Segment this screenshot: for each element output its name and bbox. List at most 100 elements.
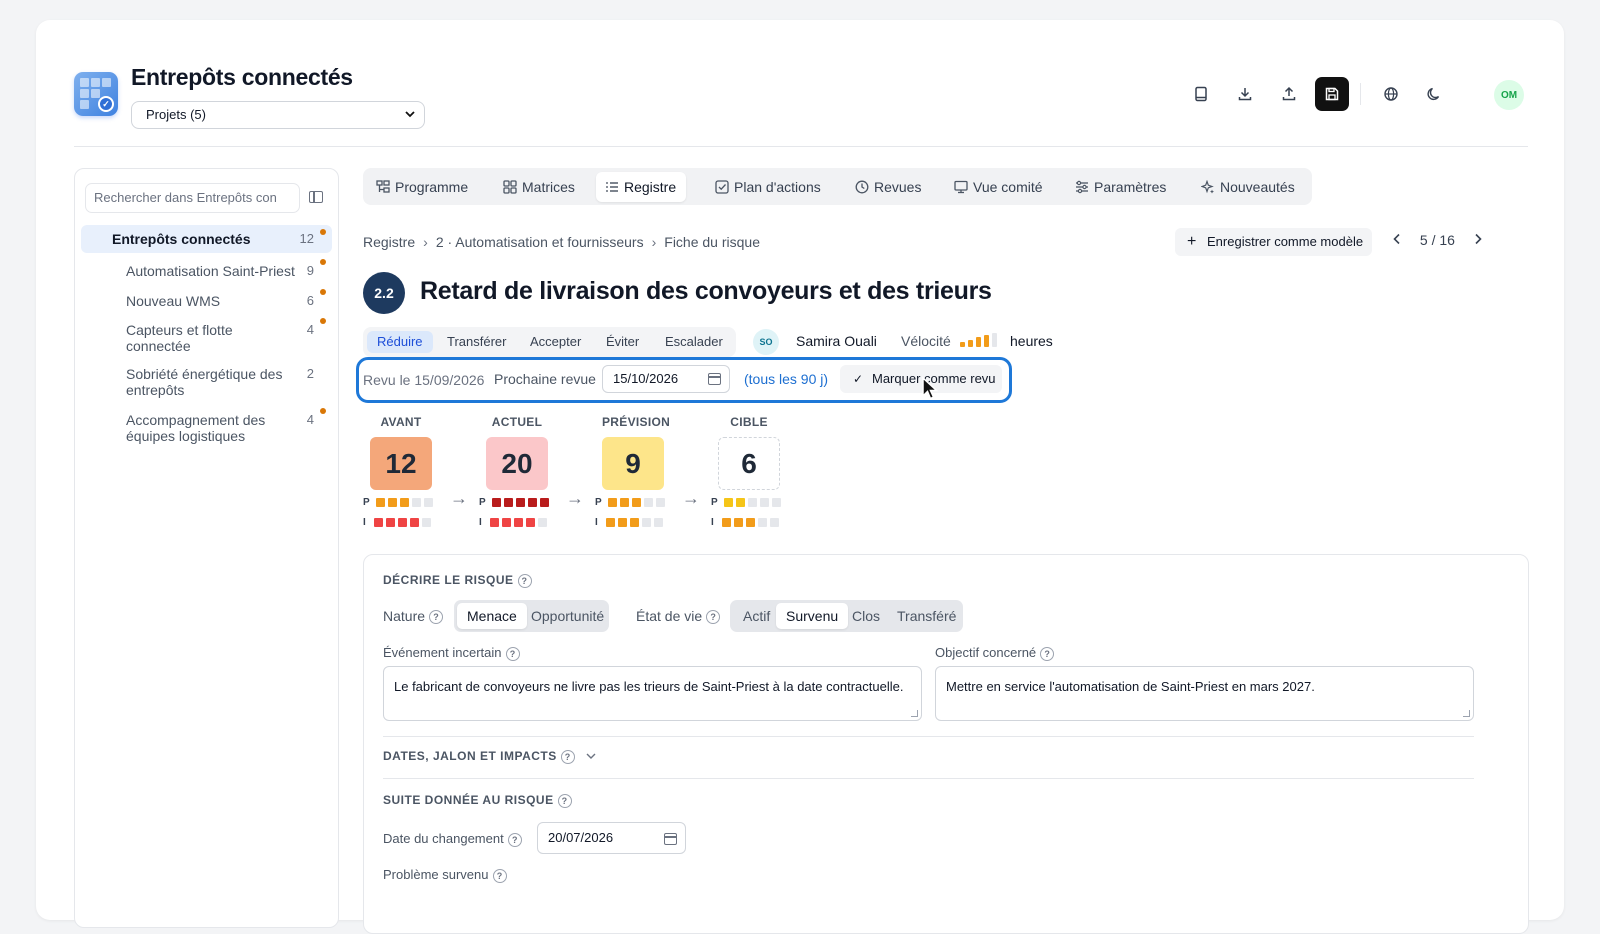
help-icon[interactable]: ? (429, 610, 444, 625)
help-icon[interactable]: ? (507, 832, 522, 847)
tab-registre[interactable]: Registre (596, 172, 687, 202)
score-header: AVANT (380, 415, 422, 429)
tab-revues[interactable]: Revues (846, 172, 931, 202)
check-icon: ✓ (98, 96, 114, 112)
probability-row: P (595, 497, 668, 508)
tree-item-label: Capteurs et flotte connectée (126, 322, 233, 354)
velocity-bar (968, 340, 973, 347)
score-avant: AVANT 12 P I (363, 415, 438, 528)
help-icon[interactable]: ? (492, 868, 507, 883)
upload-button[interactable] (1272, 77, 1306, 111)
impact-row: I (363, 517, 434, 528)
status-dot (320, 318, 326, 324)
level-square (399, 497, 409, 507)
nature-opportunite[interactable]: Opportunité (521, 603, 614, 629)
level-square (735, 497, 745, 507)
level-square (373, 517, 383, 527)
state-survenu[interactable]: Survenu (776, 603, 849, 629)
describe-section-heading: DÉCRIRE LE RISQUE? (383, 573, 532, 588)
nature-menace[interactable]: Menace (457, 603, 527, 629)
download-button[interactable] (1228, 77, 1262, 111)
impact-row: I (711, 517, 782, 528)
plus-icon: + (1187, 233, 1197, 250)
tree-item-root[interactable]: Entrepôts connectés 12 (81, 225, 332, 253)
tab-label: Matrices (522, 179, 575, 195)
globe-icon (1384, 87, 1398, 101)
language-button[interactable] (1374, 77, 1408, 111)
risk-title: Retard de livraison des convoyeurs et de… (420, 277, 992, 305)
state-label: État de vie? (636, 608, 721, 625)
help-icon[interactable]: ? (560, 749, 575, 764)
state-transfere[interactable]: Transféré (887, 603, 966, 629)
help-icon[interactable]: ? (706, 610, 721, 625)
help-icon[interactable]: ? (517, 573, 532, 588)
strategy-eviter[interactable]: Éviter (596, 331, 649, 353)
strategy-reduire[interactable]: Réduire (367, 331, 433, 353)
tree-item-count: 2 (306, 366, 314, 381)
probability-row: P (363, 497, 436, 508)
score-header: ACTUEL (491, 415, 543, 429)
save-button[interactable] (1315, 77, 1349, 111)
user-avatar[interactable]: OM (1494, 80, 1524, 110)
next-icon[interactable] (1473, 232, 1483, 248)
next-review-date-value: 15/10/2026 (613, 371, 679, 386)
level-square (771, 497, 781, 507)
clock-icon (855, 180, 869, 194)
tree-item-wms[interactable]: Nouveau WMS 6 (81, 289, 332, 312)
tree-item-accompagnement[interactable]: Accompagnement des équipes logistiques 4 (81, 408, 332, 445)
tab-matrices[interactable]: Matrices (494, 172, 585, 202)
save-as-template-button[interactable]: + Enregistrer comme modèle (1175, 228, 1372, 256)
strategy-escalader[interactable]: Escalader (655, 331, 733, 353)
sidebar-search-input[interactable]: Rechercher dans Entrepôts con (85, 183, 300, 213)
strategy-accepter[interactable]: Accepter (520, 331, 591, 353)
main-tabs: Programme Matrices Registre Plan d'actio… (363, 168, 1312, 205)
objective-textarea[interactable]: Mettre en service l'automatisation de Sa… (935, 666, 1474, 721)
tab-nouveautes[interactable]: Nouveautés (1192, 172, 1305, 202)
tab-programme[interactable]: Programme (367, 172, 478, 202)
state-clos[interactable]: Clos (842, 603, 890, 629)
owner-avatar[interactable]: SO (753, 329, 779, 355)
tree-item-automatisation[interactable]: Automatisation Saint-Priest 9 (81, 259, 332, 282)
last-review-text: Revu le 15/09/2026 (363, 372, 485, 388)
row-label: P (363, 497, 370, 508)
breadcrumb-item[interactable]: Registre (363, 234, 415, 250)
dates-section-heading[interactable]: DATES, JALON ET IMPACTS? (383, 749, 597, 764)
theme-toggle-button[interactable] (1417, 77, 1451, 111)
event-textarea[interactable]: Le fabricant de convoyeurs ne livre pas … (383, 666, 922, 721)
row-label: P (711, 497, 718, 508)
level-square (747, 497, 757, 507)
tab-label: Registre (624, 179, 677, 195)
tab-vue-comite[interactable]: Vue comité (945, 172, 1053, 202)
project-select[interactable]: Projets (5) (131, 101, 425, 129)
pager: 5 / 16 (1392, 232, 1483, 248)
app-logo: ✓ (74, 72, 118, 116)
level-square (619, 497, 629, 507)
resize-handle-icon[interactable] (911, 710, 918, 717)
review-frequency-link[interactable]: (tous les 90 j) (744, 371, 828, 387)
help-icon[interactable]: ? (557, 793, 572, 808)
nature-selector: Menace Opportunité (454, 600, 609, 632)
tab-parametres[interactable]: Paramètres (1066, 172, 1176, 202)
help-icon[interactable]: ? (1040, 646, 1055, 661)
change-date-input[interactable]: 20/07/2026 (537, 822, 686, 854)
row-label: I (363, 517, 366, 528)
velocity-bar (976, 337, 981, 347)
owner-name[interactable]: Samira Ouali (796, 333, 877, 349)
field-label: Nature (383, 608, 426, 624)
change-date-label: Date du changement? (383, 831, 522, 847)
status-dot (320, 259, 326, 265)
sidebar-toggle-icon[interactable] (309, 191, 323, 203)
breadcrumb-item[interactable]: 2 · Automatisation et fournisseurs (436, 234, 644, 250)
previous-icon[interactable] (1392, 232, 1406, 248)
help-icon[interactable]: ? (505, 646, 520, 661)
chevron-down-icon[interactable] (585, 750, 597, 764)
level-square (759, 497, 769, 507)
strategy-transferer[interactable]: Transférer (437, 331, 516, 353)
tree-item-capteurs[interactable]: Capteurs et flotte connectée 4 (81, 318, 332, 355)
book-button[interactable] (1184, 77, 1218, 111)
state-actif[interactable]: Actif (733, 603, 780, 629)
tree-item-sobriete[interactable]: Sobriété énergétique des entrepôts 2 (81, 365, 332, 399)
next-review-date-input[interactable]: 15/10/2026 (602, 365, 730, 393)
tab-plan-actions[interactable]: Plan d'actions (706, 172, 831, 202)
resize-handle-icon[interactable] (1463, 710, 1470, 717)
